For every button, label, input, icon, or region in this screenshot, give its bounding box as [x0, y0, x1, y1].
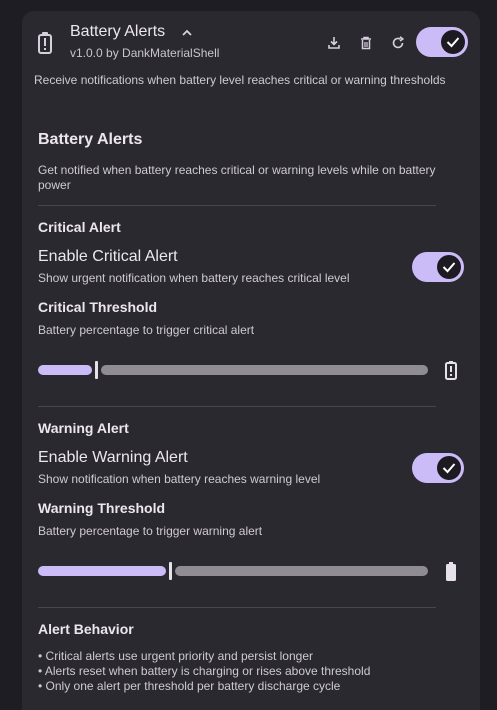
chevron-up-icon[interactable] [182, 23, 192, 43]
divider [38, 607, 436, 608]
plugin-description: Receive notifications when battery level… [34, 73, 446, 87]
plugin-card: Battery Alerts v1.0.0 by DankMaterialShe… [22, 11, 480, 710]
check-icon [437, 255, 461, 279]
slider-fill [38, 365, 92, 375]
enable-warning-alert-title: Enable Warning Alert [38, 449, 188, 466]
divider [38, 406, 436, 407]
enable-critical-alert-description: Show urgent notification when battery re… [38, 271, 350, 285]
plugin-enable-toggle[interactable] [416, 27, 468, 57]
critical-alert-toggle[interactable] [412, 252, 464, 282]
plugin-title: Battery Alerts [70, 23, 166, 40]
slider-fill [38, 566, 166, 576]
slider-track[interactable] [101, 365, 428, 375]
warning-threshold-title: Warning Threshold [38, 500, 166, 516]
critical-alert-heading: Critical Alert [38, 219, 121, 235]
download-icon [328, 37, 340, 49]
alert-behavior-heading: Alert Behavior [38, 621, 134, 637]
list-item: • Critical alerts use urgent priority an… [38, 649, 313, 663]
settings-description: Get notified when battery reaches critic… [38, 163, 436, 192]
check-icon [441, 30, 465, 54]
plugin-version: v1.0.0 by DankMaterialShell [70, 46, 220, 60]
refresh-icon [392, 36, 405, 49]
warning-threshold-slider[interactable] [38, 562, 428, 580]
warning-alert-toggle[interactable] [412, 453, 464, 483]
settings-title: Battery Alerts [38, 131, 143, 148]
battery-alert-icon [37, 32, 53, 54]
critical-threshold-title: Critical Threshold [38, 299, 158, 315]
list-item: • Only one alert per threshold per batte… [38, 679, 341, 693]
slider-track[interactable] [175, 566, 428, 576]
list-item: • Alerts reset when battery is charging … [38, 664, 371, 678]
critical-threshold-slider[interactable] [38, 361, 428, 379]
delete-button[interactable] [356, 33, 376, 53]
reload-button[interactable] [388, 33, 408, 53]
enable-warning-alert-description: Show notification when battery reaches w… [38, 472, 321, 486]
trash-icon [361, 36, 371, 50]
slider-handle[interactable] [169, 562, 172, 580]
check-icon [437, 456, 461, 480]
download-button[interactable] [324, 33, 344, 53]
warning-alert-heading: Warning Alert [38, 420, 129, 436]
enable-critical-alert-title: Enable Critical Alert [38, 248, 178, 265]
alert-behavior-list: • Critical alerts use urgent priority an… [38, 649, 370, 694]
critical-threshold-description: Battery percentage to trigger critical a… [38, 323, 255, 337]
slider-handle[interactable] [95, 361, 98, 379]
warning-threshold-description: Battery percentage to trigger warning al… [38, 524, 263, 538]
battery-full-icon [445, 562, 457, 586]
battery-alert-icon [445, 361, 457, 385]
divider [38, 205, 436, 206]
